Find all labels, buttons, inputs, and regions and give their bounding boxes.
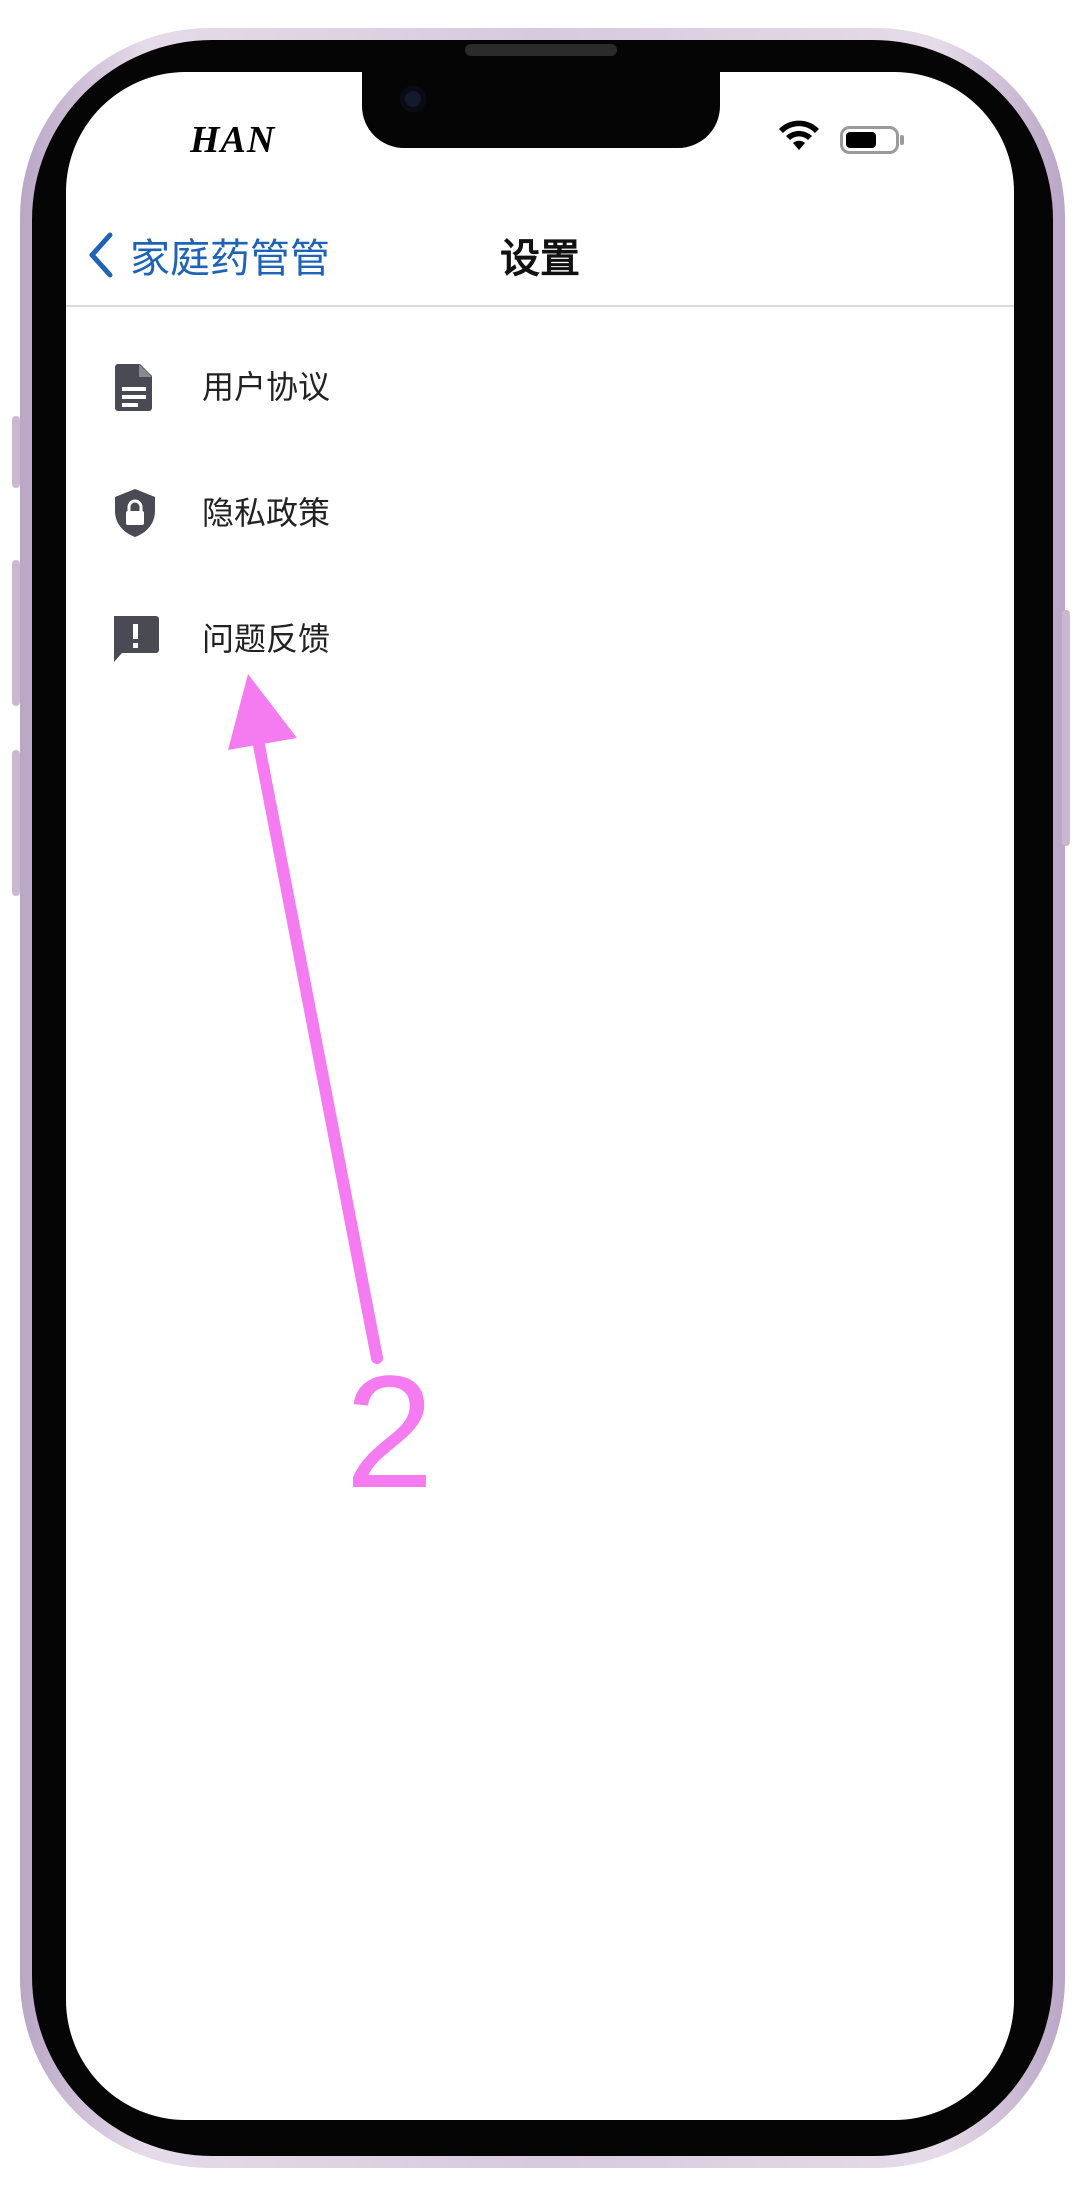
annotation-arrow: [228, 674, 383, 1364]
annotation-step-number: 2: [345, 1342, 434, 1521]
